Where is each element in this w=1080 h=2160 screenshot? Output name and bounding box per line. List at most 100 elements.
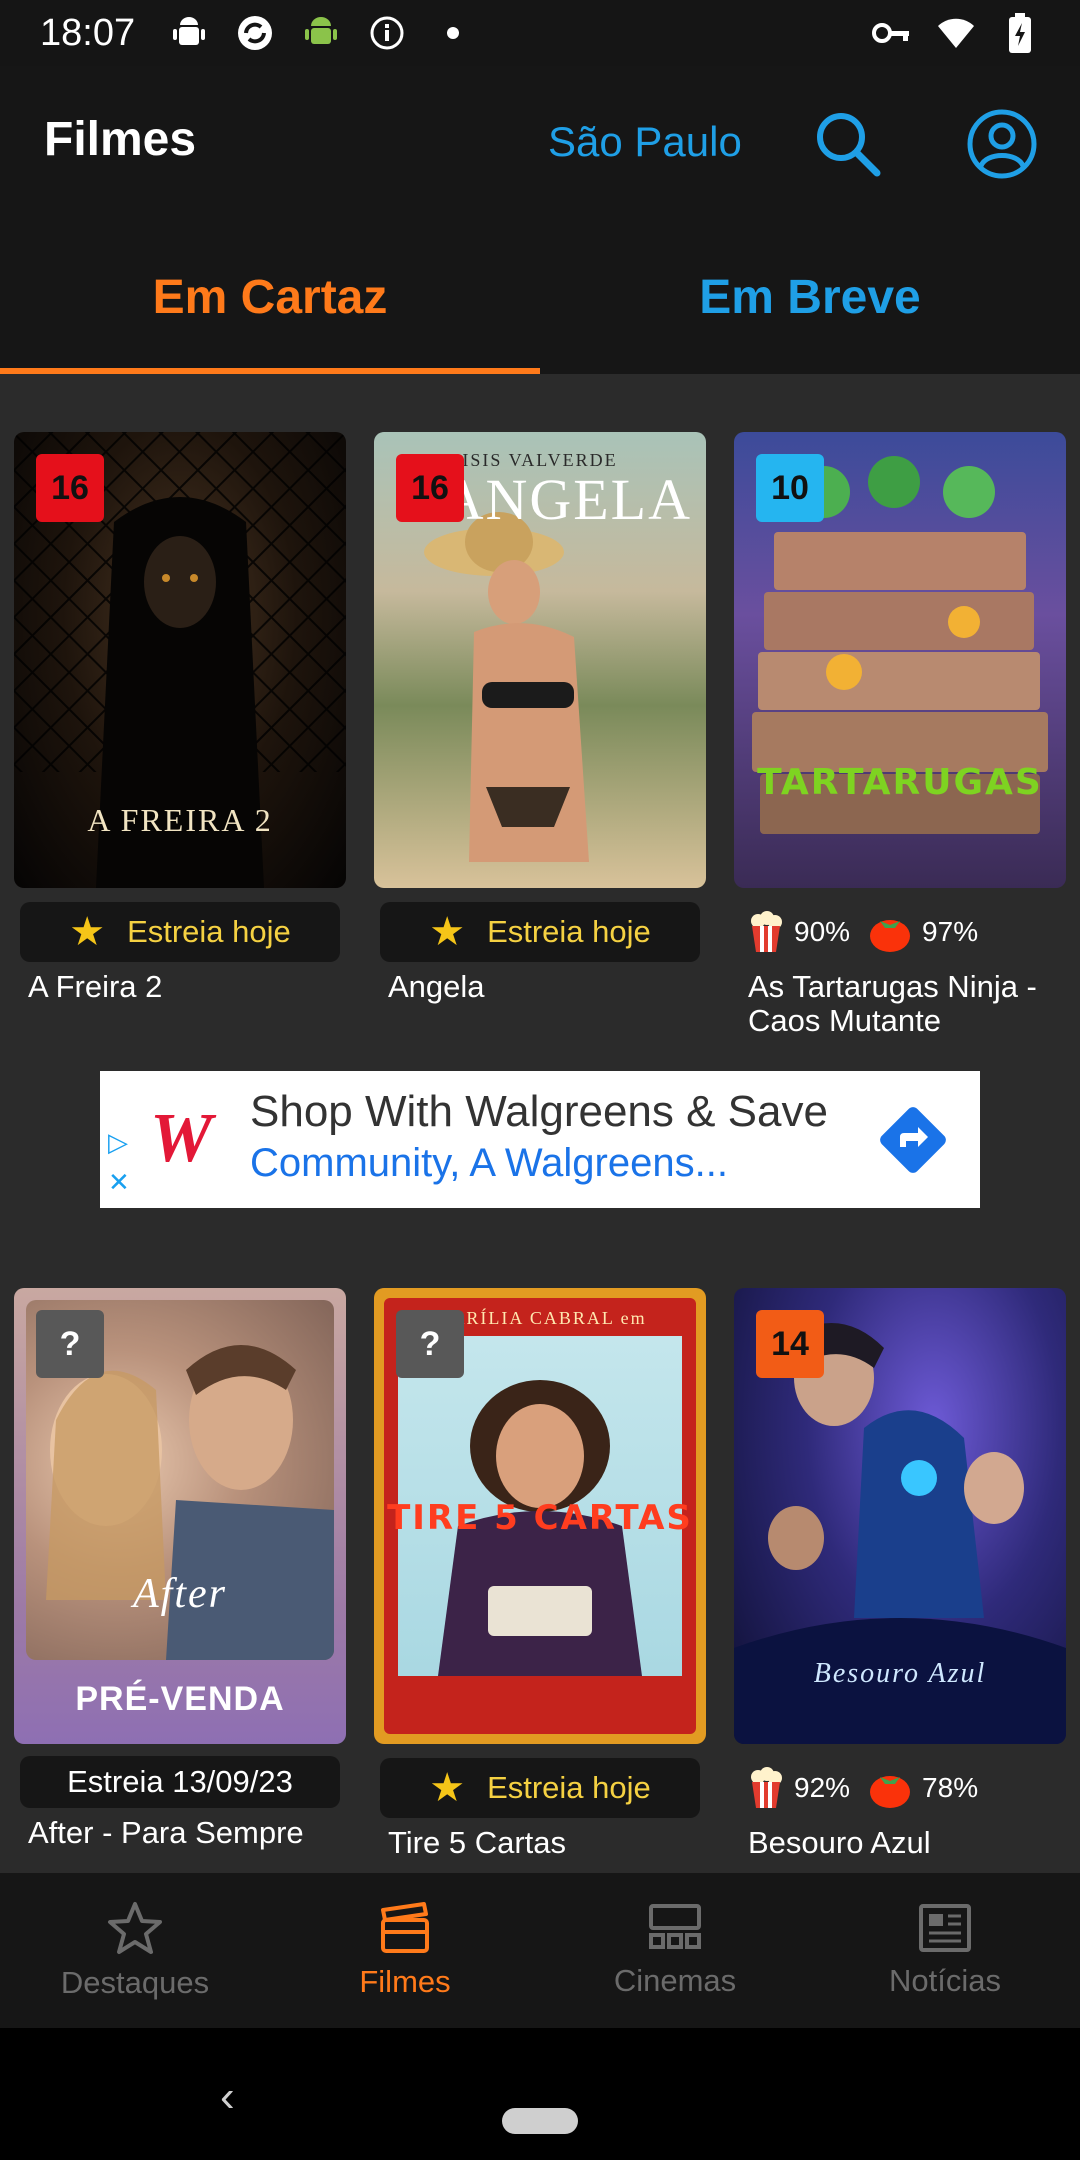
age-rating-badge: 16 (396, 454, 464, 522)
account-button[interactable] (964, 106, 1040, 182)
movie-poster[interactable]: After PRÉ-VENDA ? (14, 1288, 346, 1744)
presale-label: PRÉ-VENDA (75, 1680, 285, 1718)
ad-headline: Shop With Walgreens & Save (250, 1087, 828, 1136)
status-time: 18:07 (40, 11, 136, 54)
home-pill[interactable] (502, 2108, 578, 2134)
movie-title: Besouro Azul (748, 1825, 931, 1860)
search-icon (817, 113, 881, 177)
ad-open-icon[interactable] (878, 1105, 948, 1175)
tomato-icon (870, 920, 911, 952)
nav-destaques[interactable]: Destaques (0, 1873, 270, 2028)
movie-title: Angela (388, 969, 485, 1004)
nav-label: Notícias (889, 1962, 1001, 1998)
age-rating-badge: ? (36, 1310, 104, 1378)
info-icon (367, 13, 407, 53)
movie-card[interactable]: After PRÉ-VENDA ? Estreia 13/09/23 After… (14, 1288, 346, 1850)
newspaper-icon (919, 1903, 971, 1952)
movie-poster[interactable]: A FREIRA 2 16 (14, 432, 346, 888)
release-badge: ★ Estreia hoje (20, 902, 340, 962)
dot-icon (433, 13, 473, 53)
popcorn-icon (751, 1767, 782, 1808)
critics-score-value: 78% (922, 1772, 979, 1803)
star-icon: ★ (429, 910, 466, 954)
poster-title-art: After (133, 1571, 227, 1617)
status-system-icons (872, 13, 1040, 53)
movie-card[interactable]: ISIS VALVERDE ANGELA 16 ★ Estreia hoje A… (374, 432, 706, 1004)
status-bar: 18:07 (0, 0, 1080, 66)
age-rating-badge: ? (396, 1310, 464, 1378)
movie-title: After - Para Sempre (28, 1815, 304, 1850)
poster-title: TIRE 5 CARTAS (387, 1498, 693, 1538)
cinema-seats-icon (649, 1903, 701, 1949)
star-icon: ★ (69, 910, 106, 954)
critics-score: 97% (868, 911, 978, 953)
nav-noticias[interactable]: Notícias (810, 1873, 1080, 2028)
release-badge: ★ Estreia hoje (380, 902, 700, 962)
movie-card[interactable]: MARÍLIA CABRAL em TIRE 5 CARTAS ? ★ Estr… (374, 1288, 706, 1860)
popcorn-icon (751, 911, 782, 952)
movie-poster[interactable]: Besouro Azul 14 (734, 1288, 1066, 1744)
movie-title: A Freira 2 (28, 969, 163, 1004)
audience-score: 90% (748, 911, 850, 953)
city-selector[interactable]: São Paulo (548, 118, 742, 166)
sync-icon (235, 13, 275, 53)
wifi-icon (936, 13, 976, 53)
age-rating-badge: 16 (36, 454, 104, 522)
nav-filmes[interactable]: Filmes (270, 1873, 540, 2028)
release-badge-text: Estreia hoje (487, 1770, 651, 1805)
account-icon (967, 109, 1037, 179)
review-scores: 92% 78% (734, 1758, 1066, 1818)
movie-card[interactable]: Besouro Azul 14 92% 78% Besouro Azul (734, 1288, 1066, 1860)
movie-poster[interactable]: ISIS VALVERDE ANGELA 16 (374, 432, 706, 888)
ad-banner[interactable]: ▷ ✕ W Shop With Walgreens & Save Communi… (100, 1071, 980, 1208)
nav-label: Destaques (60, 1964, 210, 2000)
audience-score: 92% (748, 1767, 850, 1809)
release-date-text: Estreia 13/09/23 (67, 1764, 293, 1799)
movie-poster[interactable]: MARÍLIA CABRAL em TIRE 5 CARTAS ? (374, 1288, 706, 1744)
ad-choices-icon[interactable]: ▷ (108, 1127, 128, 1158)
system-nav-bar: ‹ (0, 2028, 1080, 2160)
star-icon (108, 1901, 162, 1954)
nav-label: Cinemas (613, 1962, 737, 1998)
tomato-icon (870, 1776, 911, 1808)
back-icon[interactable]: ‹ (220, 2072, 235, 2122)
movie-title: As Tartarugas Ninja - Caos Mutante (748, 969, 1037, 1038)
critics-score: 78% (868, 1767, 978, 1809)
vpn-key-icon (872, 13, 912, 53)
release-badge: ★ Estreia hoje (380, 1758, 700, 1818)
battery-charging-icon (1000, 13, 1040, 53)
release-date-badge: Estreia 13/09/23 (20, 1756, 340, 1808)
movie-title: Tire 5 Cartas (388, 1825, 567, 1860)
status-notification-icons (169, 13, 473, 53)
clapperboard-icon (381, 1901, 429, 1953)
android-icon (301, 13, 341, 53)
movie-card[interactable]: TARTARUGAS 10 90% 97% As Tartarugas Ninj… (734, 432, 1066, 1038)
audience-score-value: 90% (794, 916, 851, 947)
app-root: 18:07 Filmes São Paulo Em Cartaz Em Brev… (0, 0, 1080, 2160)
poster-title: A FREIRA 2 (87, 802, 273, 838)
ad-logo: W (150, 1100, 213, 1177)
tab-bar: Em Cartaz Em Breve (0, 221, 1080, 374)
tab-em-breve[interactable]: Em Breve (540, 221, 1080, 374)
search-button[interactable] (810, 106, 886, 182)
page-title: Filmes (44, 113, 197, 166)
movie-card[interactable]: A FREIRA 2 16 ★ Estreia hoje A Freira 2 (14, 432, 346, 1004)
tab-em-cartaz[interactable]: Em Cartaz (0, 221, 540, 374)
review-scores: 90% 97% (734, 902, 1066, 962)
app-bar: Filmes São Paulo (0, 66, 1080, 221)
nav-label: Filmes (359, 1963, 451, 1999)
nav-cinemas[interactable]: Cinemas (540, 1873, 810, 2028)
release-badge-text: Estreia hoje (127, 914, 291, 949)
android-debug-icon (169, 13, 209, 53)
poster-title-art: TARTARUGAS (757, 762, 1043, 803)
release-badge-text: Estreia hoje (487, 914, 651, 949)
audience-score-value: 92% (794, 1772, 851, 1803)
bottom-nav: Destaques Filmes Cinemas Notícias (0, 1873, 1080, 2028)
ad-subline: Community, A Walgreens... (250, 1141, 728, 1185)
poster-title-art: Besouro Azul (813, 1658, 987, 1689)
movie-poster[interactable]: TARTARUGAS 10 (734, 432, 1066, 888)
tab-active-indicator (0, 368, 540, 374)
age-rating-badge: 10 (756, 454, 824, 522)
ad-close-icon[interactable]: ✕ (108, 1167, 130, 1198)
star-icon: ★ (429, 1766, 466, 1810)
